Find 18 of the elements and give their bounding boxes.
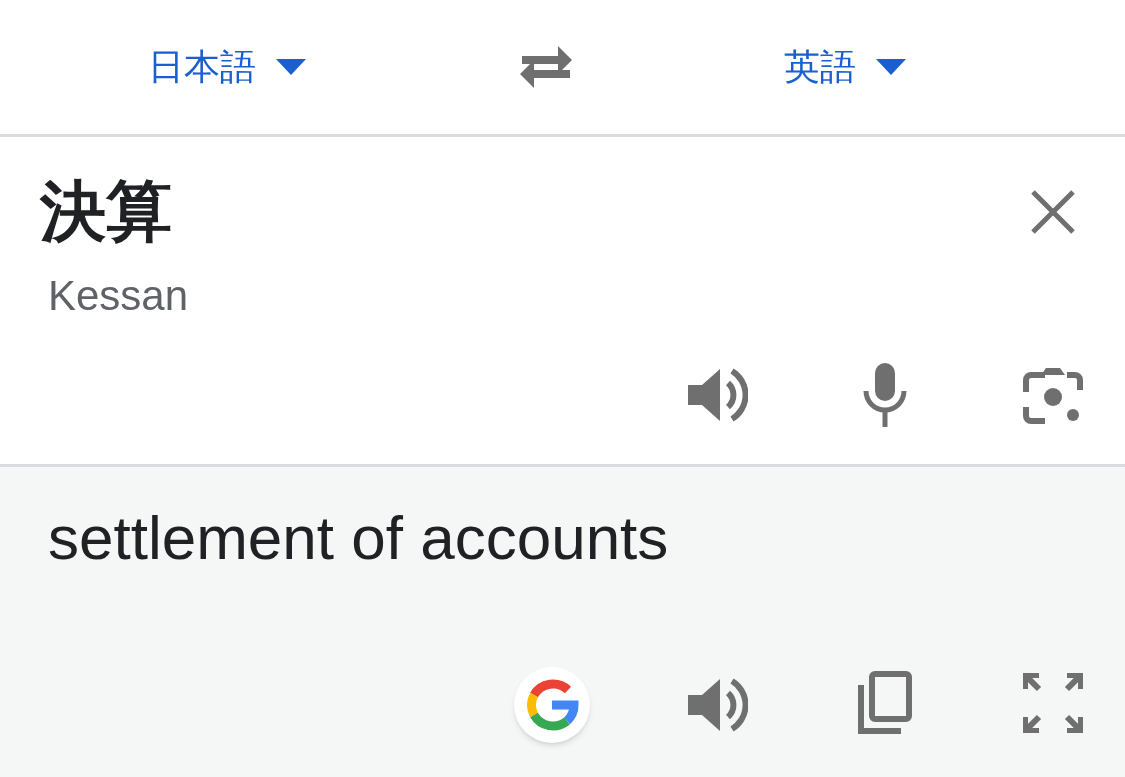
speaker-icon[interactable]	[688, 365, 748, 425]
target-language-button[interactable]: 英語	[784, 40, 906, 94]
copy-icon[interactable]	[855, 671, 913, 735]
romanization-text: Kessan	[48, 275, 189, 317]
language-label: 英語	[784, 45, 856, 89]
translation-text: settlement of accounts	[48, 507, 669, 569]
fullscreen-icon[interactable]	[1023, 673, 1083, 733]
camera-icon[interactable]	[1023, 367, 1083, 425]
microphone-icon[interactable]	[862, 363, 908, 427]
source-text: 決算	[40, 179, 172, 245]
speaker-icon[interactable]	[688, 675, 748, 735]
g-logo-icon	[525, 678, 579, 732]
source-language-button[interactable]: 日本語	[148, 40, 306, 94]
dropdown-caret-icon	[276, 59, 306, 75]
google-button[interactable]	[514, 667, 590, 743]
language-label: 日本語	[148, 45, 256, 89]
dropdown-caret-icon	[876, 59, 906, 75]
close-icon[interactable]	[1030, 189, 1076, 235]
